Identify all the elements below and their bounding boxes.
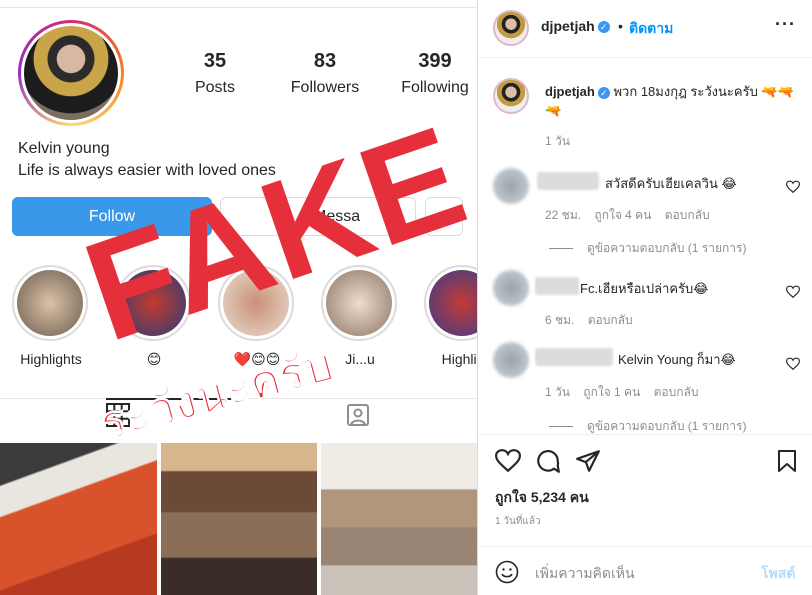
caption-timestamp: 1 วัน [545,134,570,148]
author-username[interactable]: djpetjah [541,18,595,34]
like-count[interactable]: ถูกใจ 5,234 คน [495,487,589,509]
caption-username[interactable]: djpetjah [545,84,595,99]
reply-link[interactable]: ตอบกลับ [588,313,633,327]
profile-stats: 35 Posts 83 Followers 399 Following [160,50,477,97]
stat-posts-count: 35 [203,50,227,72]
profile-avatar[interactable] [18,20,124,126]
comment-meta: 22 ชม. ถูกใจ 4 คน ตอบกลับ [545,206,720,225]
comment-text: Kelvin Young ก็มา😂 [618,352,736,367]
reply-link[interactable]: ตอบกลับ [665,208,710,222]
stat-followers-label: Followers [290,79,360,96]
view-replies-link[interactable]: ดูข้อความตอบกลับ (1 รายการ) [549,239,746,258]
caption-avatar[interactable] [493,78,529,114]
comment-text: สวัสดีครับเฮียเคลวิน 😂 [605,176,737,191]
author-username-row[interactable]: djpetjah ✓ [541,18,610,34]
verified-badge-icon: ✓ [597,86,610,99]
comment-likes[interactable]: ถูกใจ 4 คน [594,208,651,222]
posts-grid [0,443,477,595]
highlight-item[interactable]: Highlights [12,265,90,367]
profile-name: Kelvin young [18,140,110,157]
highlight-caption: Highlights [20,351,82,367]
stat-following-count: 399 [418,50,452,72]
post-thumbnail[interactable] [160,443,318,595]
comment-input[interactable]: เพิ่มความคิดเห็น [535,563,635,585]
save-bookmark-icon[interactable] [775,448,799,474]
stat-following[interactable]: 399 Following [380,50,477,97]
stat-following-label: Following [401,79,469,96]
commenter-avatar[interactable] [493,168,529,204]
comment-composer: เพิ่มความคิดเห็น โพสต์ [479,546,812,595]
profile-screenshot: 35 Posts 83 Followers 399 Following Kelv… [0,0,478,595]
post-comment-button[interactable]: โพสต์ [761,563,795,585]
commenter-avatar[interactable] [493,270,529,306]
comment-bubble-icon[interactable] [535,448,561,474]
verified-badge-icon: ✓ [597,21,610,34]
highlight-item[interactable]: Highlig [424,265,477,367]
comment-likes[interactable]: ถูกใจ 1 คน [583,385,640,399]
tagged-user-icon [347,404,369,426]
comment-meta: 1 วัน ถูกใจ 1 คน ตอบกลับ [545,383,709,402]
follow-link[interactable]: ติดตาม [629,18,673,40]
top-divider [0,0,477,8]
blurred-username [535,277,579,295]
comment-meta: 6 ชม. ตอบกลับ [545,311,643,330]
comment-time: 22 ชม. [545,208,582,222]
reply-link[interactable]: ตอบกลับ [654,385,699,399]
tab-tagged[interactable] [346,403,370,432]
comment-time: 6 ชม. [545,313,575,327]
stat-followers[interactable]: 83 Followers [270,50,380,97]
blurred-username [537,172,599,190]
comment-like-heart-icon[interactable] [786,180,800,194]
post-caption: djpetjah ✓ พวก 18มงกุฎ ระวังนะครับ 🔫🔫🔫 [545,82,795,120]
author-avatar[interactable] [493,10,529,46]
like-heart-icon[interactable] [495,448,521,474]
commenter-avatar[interactable] [493,342,529,378]
comment-text: Fc.เฮียหรือเปล่าครับ😂 [580,281,709,296]
stat-posts[interactable]: 35 Posts [160,50,270,97]
more-options-icon[interactable]: ··· [775,14,796,35]
post-thumbnail[interactable] [0,443,157,595]
comment-like-heart-icon[interactable] [786,357,800,371]
stat-posts-label: Posts [194,79,235,96]
blurred-username [535,348,613,366]
comment-like-heart-icon[interactable] [786,285,800,299]
highlight-caption: Ji...u [345,351,375,367]
post-timestamp: 1 วันที่แล้ว [495,516,541,527]
separator-dot: • [618,18,623,34]
stat-followers-count: 83 [313,50,337,72]
post-panel: djpetjah ✓ • ติดตาม ··· djpetjah ✓ พวก 18ม… [479,0,812,595]
post-thumbnail[interactable] [321,443,477,595]
emoji-smiley-icon[interactable] [495,560,519,584]
share-send-icon[interactable] [575,448,601,474]
highlight-caption: Highlig [441,351,477,367]
comment-time: 1 วัน [545,385,570,399]
